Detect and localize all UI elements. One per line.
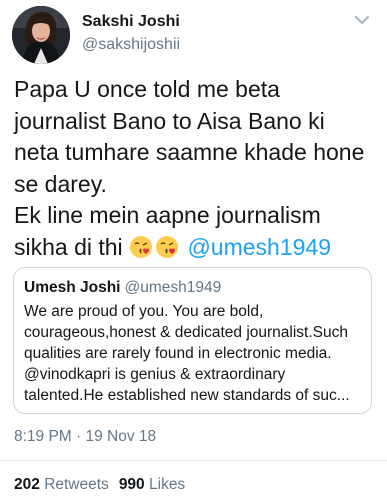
tweet-text: Papa U once told me beta journalist Bano… <box>14 74 379 263</box>
quoted-line: courageous,honest & dedicated journalist… <box>24 324 348 341</box>
quoted-tweet-text: We are proud of you. You are bold, coura… <box>24 301 369 406</box>
quoted-line: @vinodkapri is genius & extraordinary <box>24 366 286 383</box>
quoted-line: We are proud of you. You are bold, <box>24 303 264 320</box>
retweets-label: Retweets <box>44 476 109 493</box>
tweet-line: journalist Bano to Aisa Bano ki <box>14 107 325 134</box>
quoted-author-name: Umesh Joshi <box>24 279 121 296</box>
divider <box>0 460 387 461</box>
timestamp[interactable]: 8:19 PM · 19 Nov 18 <box>14 428 156 446</box>
likes-stat[interactable]: 990 Likes <box>119 476 185 493</box>
avatar[interactable] <box>12 6 70 64</box>
retweets-stat[interactable]: 202 Retweets <box>14 476 109 493</box>
engagement-stats: 202 Retweets 990 Likes <box>14 476 185 494</box>
tweet-line: Papa U once told me beta <box>14 76 280 102</box>
tweet-line: neta tumhare saamne khade hone <box>14 139 365 165</box>
quoted-line: qualities are rarely found in electronic… <box>24 345 332 362</box>
quoted-line: talented.He established new standards of… <box>24 387 350 404</box>
retweets-count: 202 <box>14 476 40 493</box>
likes-label: Likes <box>149 476 186 493</box>
author-name[interactable]: Sakshi Joshi <box>82 13 180 31</box>
author-handle[interactable]: @sakshijoshii <box>82 36 180 54</box>
likes-count: 990 <box>118 476 145 493</box>
tweet-line: se darey. <box>14 170 107 197</box>
quoted-tweet-header: Umesh Joshi @umesh1949 <box>24 279 221 297</box>
tweet-line: Ek line mein aapne journalism <box>14 202 321 228</box>
quoted-tweet-card[interactable]: Umesh Joshi @umesh1949 We are proud of yo… <box>13 267 372 414</box>
quoted-author-handle: @umesh1949 <box>124 279 222 296</box>
tweet-line: sikha di thi <box>14 233 123 260</box>
chevron-down-icon[interactable] <box>348 10 376 30</box>
face-blowing-kiss-emoji <box>155 235 179 259</box>
face-blowing-kiss-emoji <box>129 235 153 259</box>
mention-link[interactable]: @umesh1949 <box>187 234 331 260</box>
